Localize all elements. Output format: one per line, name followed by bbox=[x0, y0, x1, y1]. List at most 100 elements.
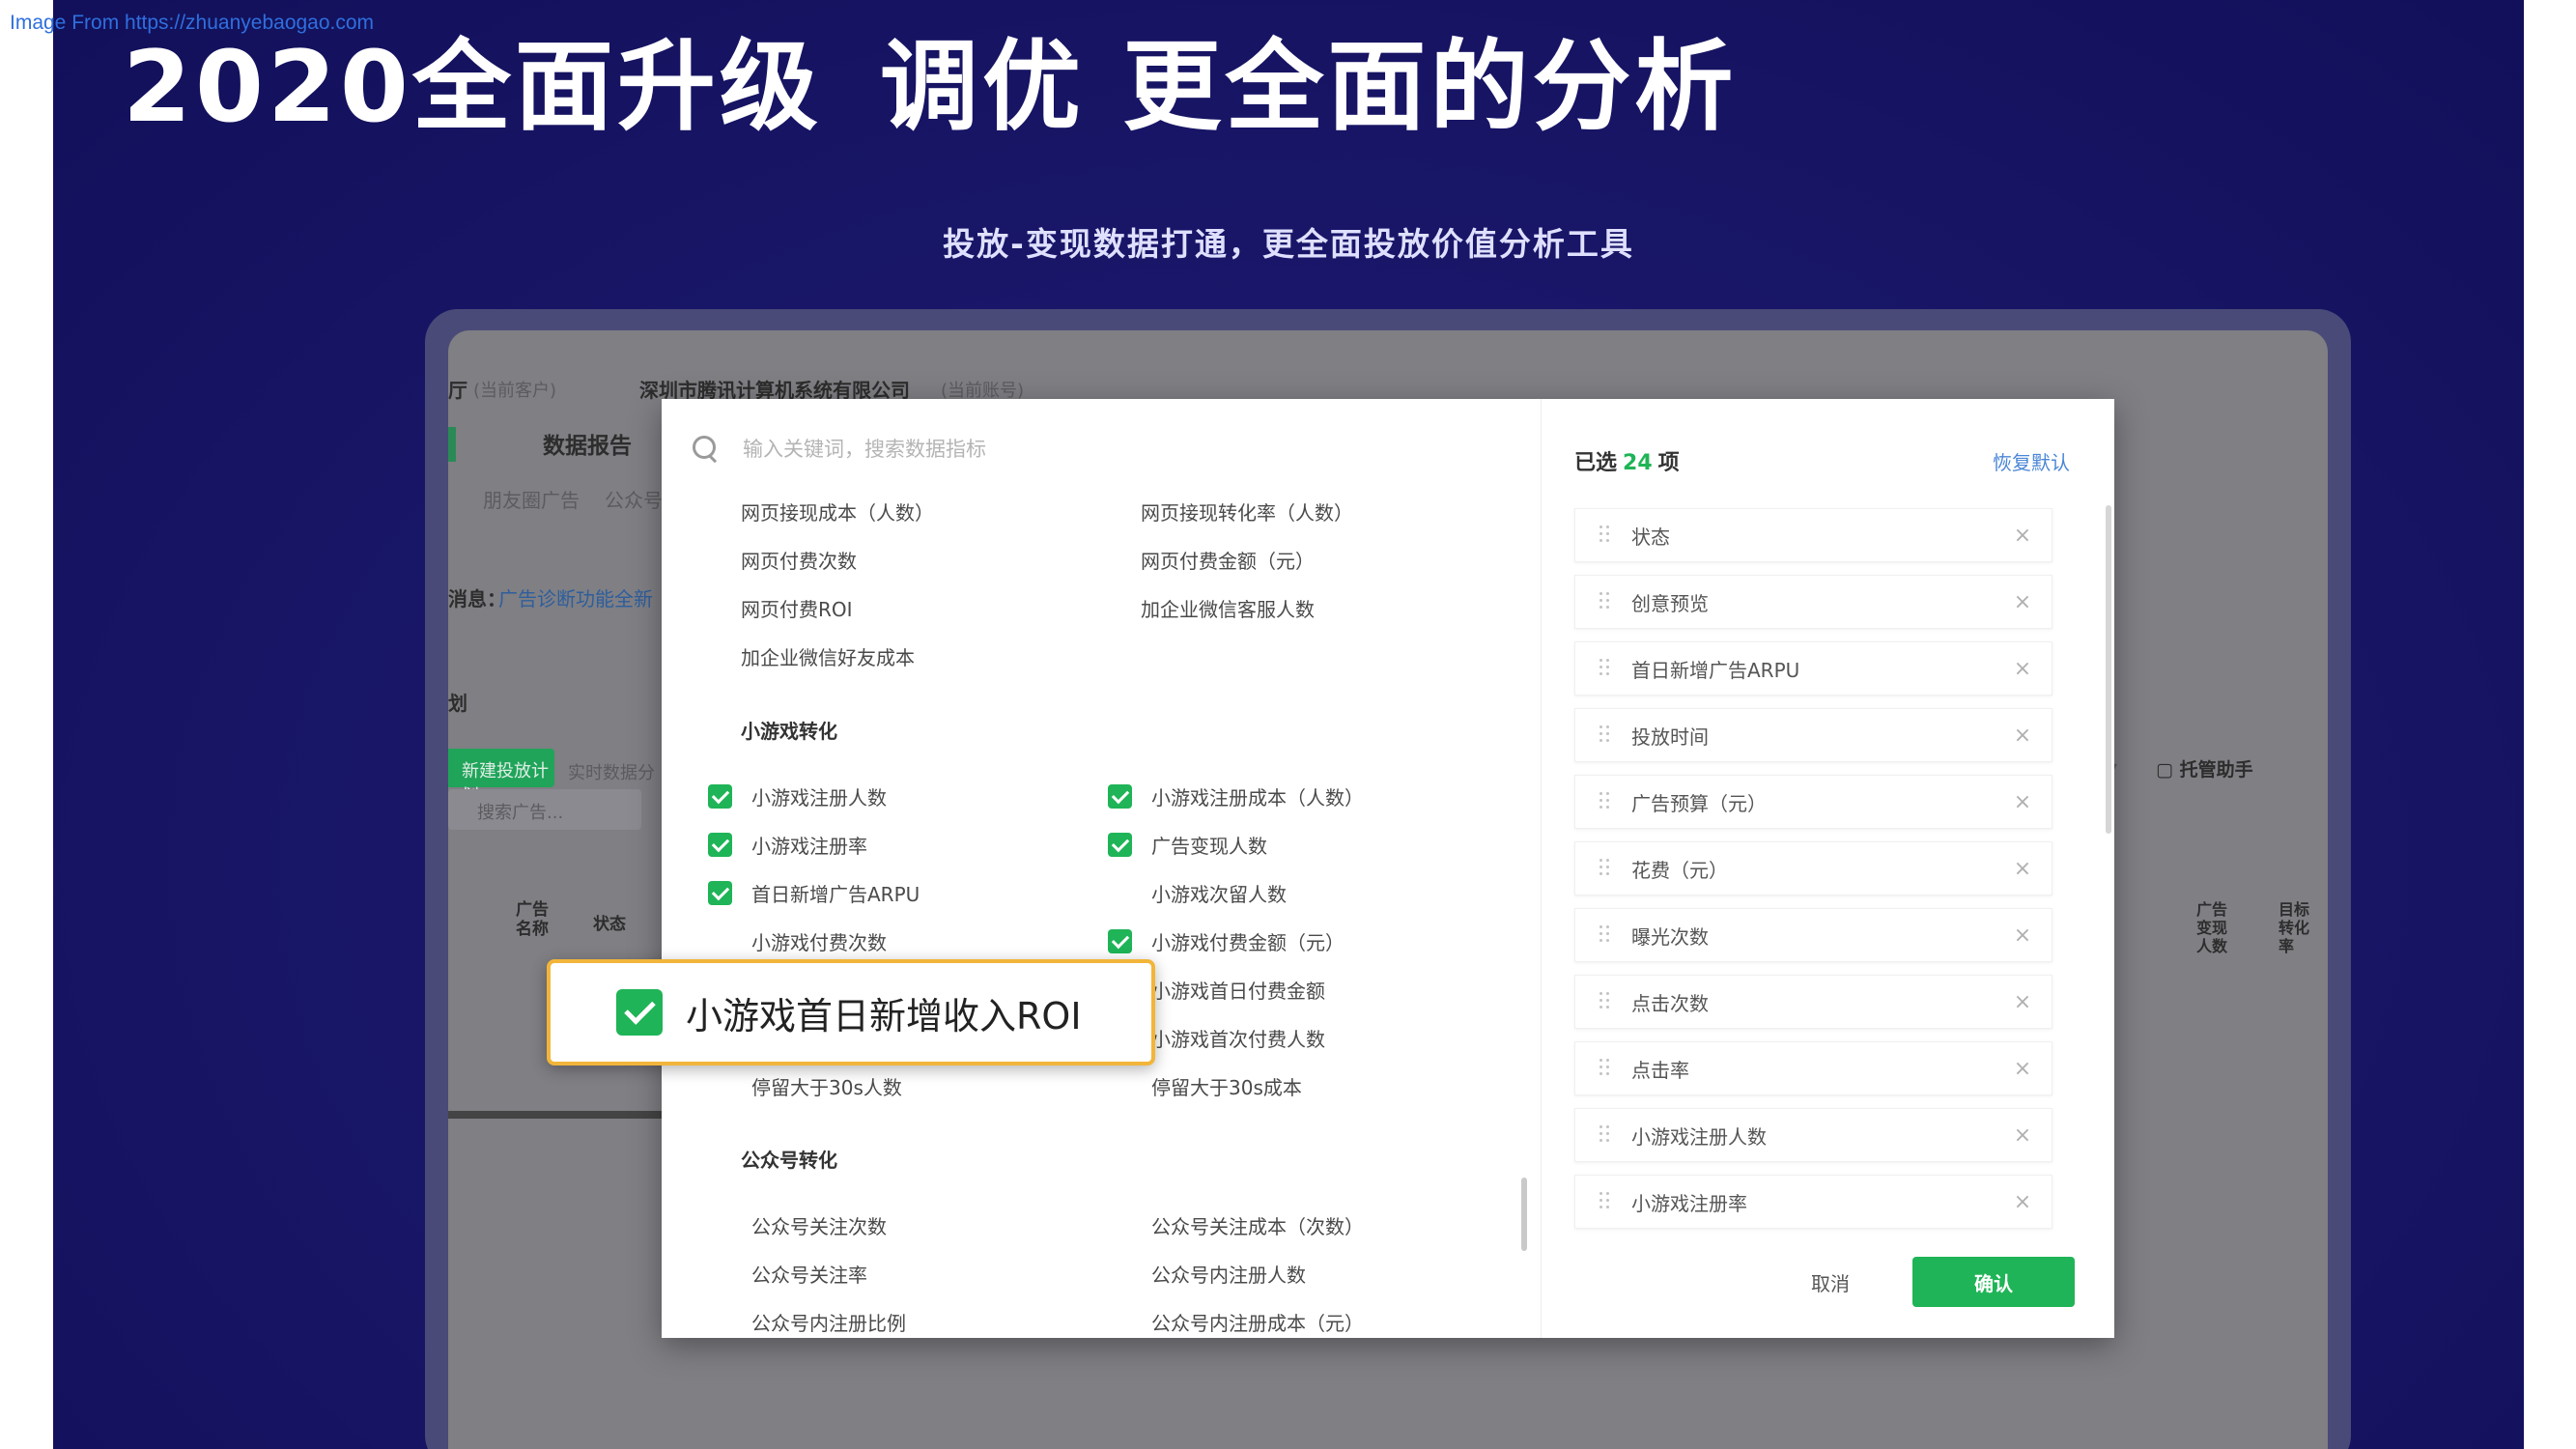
checkbox-unchecked[interactable] bbox=[1108, 1213, 1132, 1237]
drag-handle-icon[interactable] bbox=[1599, 859, 1610, 878]
metric-option[interactable]: 广告变现人数 bbox=[1108, 831, 1267, 859]
close-icon[interactable]: × bbox=[2003, 1190, 2042, 1214]
drag-handle-icon[interactable] bbox=[1599, 659, 1610, 678]
selected-metric-label: 曝光次数 bbox=[1631, 924, 1709, 949]
metric-option-label: 广告变现人数 bbox=[1151, 835, 1267, 858]
metric-option[interactable]: 小游戏注册成本（人数） bbox=[1108, 782, 1364, 810]
metric-option[interactable]: 小游戏注册人数 bbox=[708, 782, 887, 810]
selected-metric-item[interactable]: 创意预览 × bbox=[1574, 575, 2052, 629]
close-icon[interactable]: × bbox=[2003, 524, 2042, 548]
checkbox-unchecked[interactable] bbox=[708, 1074, 732, 1098]
bg-notice-link[interactable]: 广告诊断功能全新 bbox=[498, 583, 653, 611]
checkbox-unchecked[interactable] bbox=[708, 1310, 732, 1334]
checkbox-unchecked[interactable] bbox=[1108, 1310, 1132, 1334]
selected-metric-item[interactable]: 小游戏注册人数 × bbox=[1574, 1108, 2052, 1162]
metric-option[interactable]: 加企业微信好友成本 bbox=[741, 642, 915, 670]
selected-metric-item[interactable]: 花费（元） × bbox=[1574, 841, 2052, 895]
metric-option[interactable]: 公众号内注册人数 bbox=[1108, 1260, 1306, 1288]
bg-new-plan-button[interactable]: 新建投放计划 bbox=[448, 749, 554, 807]
selected-metric-item[interactable]: 点击次数 × bbox=[1574, 975, 2052, 1029]
panel-divider bbox=[1541, 399, 1542, 1338]
bg-tab-official[interactable]: 公众号 bbox=[605, 485, 663, 513]
drag-handle-icon[interactable] bbox=[1599, 992, 1610, 1011]
bg-assistant[interactable]: ▢ 托管助手 bbox=[2156, 755, 2253, 781]
bg-col-ad-name: 广告 名称 bbox=[516, 900, 549, 939]
close-icon[interactable]: × bbox=[2003, 724, 2042, 748]
metric-option[interactable]: 公众号关注成本（次数） bbox=[1108, 1211, 1364, 1239]
section-title-minigame: 小游戏转化 bbox=[741, 720, 837, 743]
callout-label: 小游戏首日新增收入ROI bbox=[686, 994, 1082, 1037]
checkbox-checked[interactable] bbox=[708, 784, 732, 809]
checkbox-checked[interactable] bbox=[708, 833, 732, 857]
metric-option-label: 小游戏付费金额（元） bbox=[1151, 931, 1345, 954]
metric-option-label: 停留大于30s成本 bbox=[1151, 1076, 1302, 1099]
metric-option[interactable]: 网页接现转化率（人数） bbox=[1141, 503, 1353, 526]
metric-option[interactable]: 小游戏注册率 bbox=[708, 831, 867, 859]
checkbox-unchecked[interactable] bbox=[708, 1213, 732, 1237]
drag-handle-icon[interactable] bbox=[1599, 1059, 1610, 1078]
close-icon[interactable]: × bbox=[2003, 857, 2042, 881]
metric-option[interactable]: 小游戏付费次数 bbox=[708, 927, 887, 955]
checkbox-unchecked[interactable] bbox=[708, 929, 732, 953]
metric-option[interactable]: 公众号内注册成本（元） bbox=[1108, 1308, 1364, 1336]
drag-handle-icon[interactable] bbox=[1599, 792, 1610, 811]
metric-option[interactable]: 网页付费金额（元） bbox=[1141, 546, 1315, 574]
metric-option[interactable]: 停留大于30s成本 bbox=[1108, 1072, 1302, 1100]
checkbox-checked[interactable] bbox=[1108, 929, 1132, 953]
drag-handle-icon[interactable] bbox=[1599, 925, 1610, 945]
drag-handle-icon[interactable] bbox=[1599, 526, 1610, 545]
close-icon[interactable]: × bbox=[2003, 590, 2042, 614]
metric-option[interactable]: 网页接现成本（人数） bbox=[741, 503, 934, 526]
selected-metric-item[interactable]: 小游戏注册率 × bbox=[1574, 1175, 2052, 1229]
right-scrollbar[interactable] bbox=[2106, 505, 2111, 834]
checkbox-unchecked[interactable] bbox=[1108, 881, 1132, 905]
metric-option[interactable]: 公众号关注次数 bbox=[708, 1211, 887, 1239]
assistant-icon: ▢ bbox=[2156, 759, 2180, 781]
metric-search-input[interactable] bbox=[743, 438, 1322, 461]
selected-metric-item[interactable]: 曝光次数 × bbox=[1574, 908, 2052, 962]
drag-handle-icon[interactable] bbox=[1599, 1192, 1610, 1211]
metric-option[interactable]: 网页付费ROI bbox=[741, 594, 853, 622]
bg-tab-moments[interactable]: 朋友圈广告 bbox=[483, 485, 580, 513]
selected-metric-item[interactable]: 点击率 × bbox=[1574, 1041, 2052, 1095]
selected-metric-item[interactable]: 投放时间 × bbox=[1574, 708, 2052, 762]
metric-option-label: 公众号内注册人数 bbox=[1151, 1264, 1306, 1287]
checkbox-checked[interactable] bbox=[1108, 833, 1132, 857]
metric-option[interactable]: 公众号关注率 bbox=[708, 1260, 867, 1288]
metric-option[interactable]: 加企业微信客服人数 bbox=[1141, 594, 1315, 622]
close-icon[interactable]: × bbox=[2003, 1123, 2042, 1148]
confirm-button[interactable]: 确认 bbox=[1912, 1257, 2075, 1307]
selected-metric-item[interactable]: 广告预算（元） × bbox=[1574, 775, 2052, 829]
close-icon[interactable]: × bbox=[2003, 790, 2042, 814]
metric-option[interactable]: 公众号内注册比例 bbox=[708, 1308, 906, 1336]
metric-option[interactable]: 小游戏付费金额（元） bbox=[1108, 927, 1345, 955]
close-icon[interactable]: × bbox=[2003, 1057, 2042, 1081]
checkbox-unchecked[interactable] bbox=[708, 1262, 732, 1286]
checkbox-checked[interactable] bbox=[708, 881, 732, 905]
selected-metric-item[interactable]: 状态 × bbox=[1574, 508, 2052, 562]
close-icon[interactable]: × bbox=[2003, 990, 2042, 1014]
drag-handle-icon[interactable] bbox=[1599, 725, 1610, 745]
metric-option-label: 网页付费ROI bbox=[741, 598, 853, 621]
drag-handle-icon[interactable] bbox=[1599, 592, 1610, 611]
callout-checkbox-checked[interactable] bbox=[616, 989, 663, 1036]
metric-option[interactable]: 网页付费次数 bbox=[741, 546, 857, 574]
bg-search-box[interactable]: 搜索广告... bbox=[448, 789, 641, 830]
selected-metric-label: 首日新增广告ARPU bbox=[1631, 658, 1800, 682]
checkbox-unchecked[interactable] bbox=[1108, 1074, 1132, 1098]
metric-option[interactable]: 停留大于30s人数 bbox=[708, 1072, 902, 1100]
selected-metric-label: 花费（元） bbox=[1631, 858, 1728, 882]
close-icon[interactable]: × bbox=[2003, 923, 2042, 948]
cancel-button[interactable]: 取消 bbox=[1811, 1268, 1850, 1296]
metric-option-label: 首日新增广告ARPU bbox=[751, 883, 920, 906]
drag-handle-icon[interactable] bbox=[1599, 1125, 1610, 1145]
selected-metric-item[interactable]: 首日新增广告ARPU × bbox=[1574, 641, 2052, 696]
bg-nav-data-report[interactable]: 数据报告 bbox=[543, 427, 632, 460]
checkbox-checked[interactable] bbox=[1108, 784, 1132, 809]
left-scrollbar[interactable] bbox=[1521, 1178, 1527, 1251]
metric-option[interactable]: 首日新增广告ARPU bbox=[708, 879, 920, 907]
close-icon[interactable]: × bbox=[2003, 657, 2042, 681]
checkbox-unchecked[interactable] bbox=[1108, 1262, 1132, 1286]
metric-option[interactable]: 小游戏次留人数 bbox=[1108, 879, 1287, 907]
restore-default-link[interactable]: 恢复默认 bbox=[1993, 447, 2070, 475]
